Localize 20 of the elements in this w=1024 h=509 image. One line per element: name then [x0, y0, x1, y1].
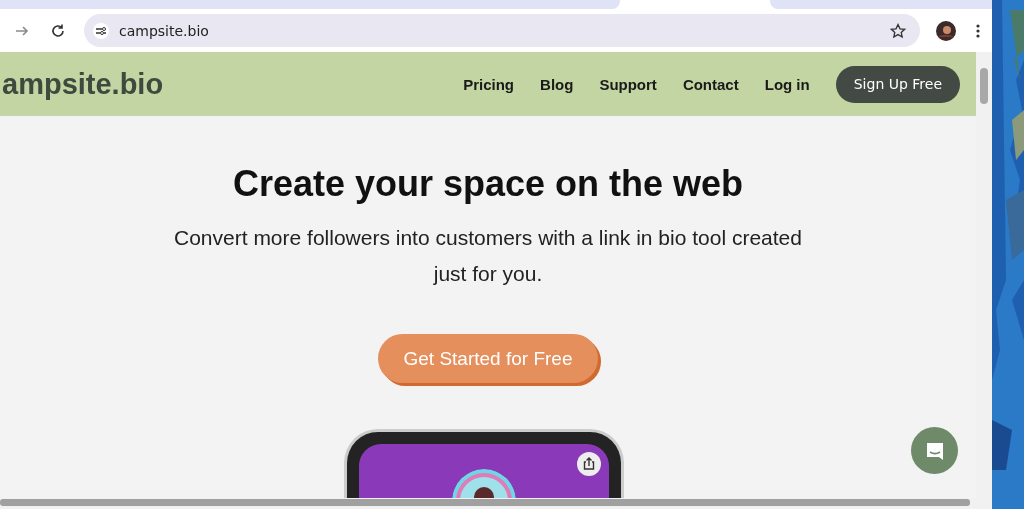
nav-link[interactable]: Pricing: [463, 75, 515, 93]
hero-subtitle: Convert more followers into customers with a link in bio tool created just for you.: [173, 225, 803, 287]
share-icon[interactable]: [577, 452, 601, 476]
nav-link[interactable]: Log in: [764, 75, 810, 93]
site-settings-icon[interactable]: [93, 22, 109, 39]
address-bar[interactable]: campsite.bio: [84, 14, 920, 47]
nav-link[interactable]: Blog: [540, 75, 574, 93]
sign-up-button[interactable]: Sign Up Free: [835, 65, 960, 103]
nav-link[interactable]: Support: [599, 75, 657, 93]
menu-icon[interactable]: [976, 22, 980, 39]
star-icon[interactable]: [890, 22, 906, 39]
chat-button[interactable]: [911, 427, 958, 474]
scrollbar-thumb[interactable]: [0, 499, 970, 506]
url-text: campsite.bio: [119, 22, 210, 39]
hero-title: Create your space on the web: [232, 162, 744, 206]
scrollbar-thumb[interactable]: [980, 68, 988, 104]
logo[interactable]: ampsite.bio: [2, 67, 164, 101]
avatar-icon[interactable]: [936, 20, 956, 41]
nav-link[interactable]: Contact: [682, 75, 739, 93]
reload-icon[interactable]: [50, 22, 66, 39]
